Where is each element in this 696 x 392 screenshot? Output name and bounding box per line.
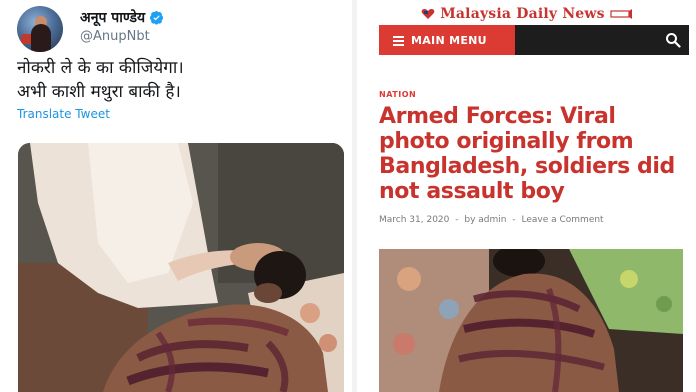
search-icon[interactable]	[665, 32, 681, 48]
main-menu-label: MAIN MENU	[411, 33, 487, 47]
heart-flag-icon	[421, 9, 435, 19]
author-handle[interactable]: @AnupNbt	[80, 29, 150, 44]
hamburger-icon	[393, 35, 404, 46]
tweet-photo-image	[18, 143, 344, 392]
tweet-photo[interactable]	[18, 143, 344, 392]
author-name[interactable]: अनूप पाण्डेय	[80, 8, 145, 27]
site-brand[interactable]: Malaysia Daily News	[357, 4, 696, 24]
verified-badge-icon	[150, 10, 164, 25]
leave-comment-link[interactable]: Leave a Comment	[521, 215, 603, 225]
tweet-text-line: अभी काशी मथुरा बाकी है।	[17, 82, 181, 102]
avatar-figure	[31, 24, 51, 52]
main-menu-button[interactable]: MAIN MENU	[379, 25, 515, 55]
tweet-text: नोकरी ले के का कीजियेगा। अभी काशी मथुरा …	[17, 56, 337, 104]
news-article: Malaysia Daily News MAIN MENU NATION Arm…	[357, 0, 696, 392]
tweet-card: अनूप पाण्डेय @AnupNbt नोकरी ले के का कीज…	[0, 0, 348, 392]
translate-tweet-link[interactable]: Translate Tweet	[17, 107, 110, 121]
site-title[interactable]: Malaysia Daily News	[440, 6, 605, 22]
article-date[interactable]: March 31, 2020	[379, 215, 449, 225]
news-sign-icon	[610, 9, 632, 19]
article-headline[interactable]: Armed Forces: Viral photo originally fro…	[379, 104, 679, 204]
tweet-text-line: नोकरी ले के का कीजियेगा।	[17, 58, 184, 78]
tweet-author[interactable]: अनूप पाण्डेय	[80, 8, 164, 27]
meta-separator: -	[512, 215, 516, 225]
article-meta: March 31, 2020 - by admin - Leave a Comm…	[379, 215, 604, 225]
user-avatar[interactable]	[17, 6, 63, 52]
article-photo-image	[379, 249, 683, 392]
article-category[interactable]: NATION	[379, 90, 416, 99]
main-nav-bar: MAIN MENU	[379, 25, 689, 55]
article-photo[interactable]	[379, 249, 683, 392]
meta-separator: -	[455, 215, 459, 225]
article-author[interactable]: by admin	[464, 215, 506, 225]
